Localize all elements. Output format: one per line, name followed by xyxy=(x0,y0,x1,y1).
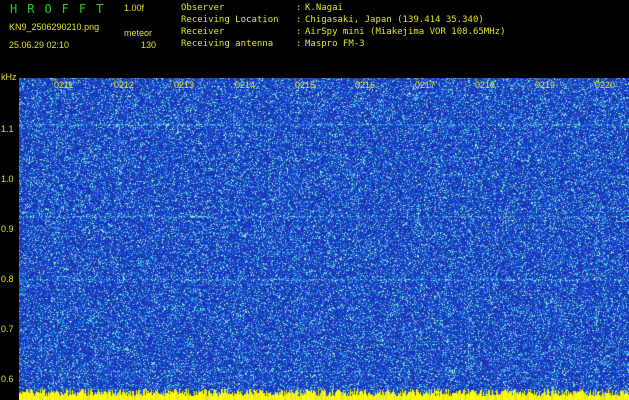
time-tick-label: 0213 xyxy=(174,80,195,90)
observer-colon: : xyxy=(296,3,302,13)
receiver-colon: : xyxy=(296,27,302,37)
y-tick-label: 1.0 xyxy=(1,174,14,184)
y-tick-label: 0.9 xyxy=(1,224,14,234)
mode-label: meteor xyxy=(124,28,153,38)
antenna-value: Maspro FM-3 xyxy=(305,39,365,49)
observer-label: Observer xyxy=(181,3,225,13)
filename-label: KN9_2506290210.png xyxy=(9,22,100,32)
spectrogram xyxy=(19,78,629,400)
frequency-unit-label: kHz xyxy=(1,72,17,82)
app-title: HROFFT xyxy=(10,2,114,16)
time-tick-label: 0212 xyxy=(114,80,135,90)
y-tick-label: 0.7 xyxy=(1,324,14,334)
hrofft-window: HROFFT 1.00f KN9_2506290210.png meteor 2… xyxy=(0,0,629,400)
location-value: Chigasaki, Japan (139.414 35.340) xyxy=(305,15,484,25)
receiver-value: AirSpy mini (Miakejima VOR 108.65MHz) xyxy=(305,27,506,37)
meteor-count: 130 xyxy=(141,40,157,50)
time-tick-label: 0220 xyxy=(595,80,616,90)
receiver-label: Receiver xyxy=(181,27,225,37)
location-label: Receiving Location xyxy=(181,15,279,25)
y-tick-label: 0.6 xyxy=(1,374,14,384)
observer-value: K.Nagai xyxy=(305,3,343,13)
y-tick-label: 1.1 xyxy=(1,124,14,134)
time-tick-label: 0219 xyxy=(535,80,556,90)
antenna-label: Receiving antenna xyxy=(181,39,274,49)
time-tick-label: 0218 xyxy=(475,80,496,90)
datetime-label: 25.06.29 02:10 xyxy=(9,40,70,50)
time-tick-label: 0215 xyxy=(295,80,316,90)
antenna-colon: : xyxy=(296,39,302,49)
version-label: 1.00f xyxy=(124,3,145,13)
time-tick-label: 0211 xyxy=(54,80,74,90)
time-tick-label: 0216 xyxy=(355,80,376,90)
time-tick-label: 0217 xyxy=(415,80,436,90)
spectrogram-canvas xyxy=(19,78,629,400)
location-colon: : xyxy=(296,15,302,25)
y-tick-label: 0.8 xyxy=(1,274,14,284)
time-tick-label: 0214 xyxy=(235,80,256,90)
